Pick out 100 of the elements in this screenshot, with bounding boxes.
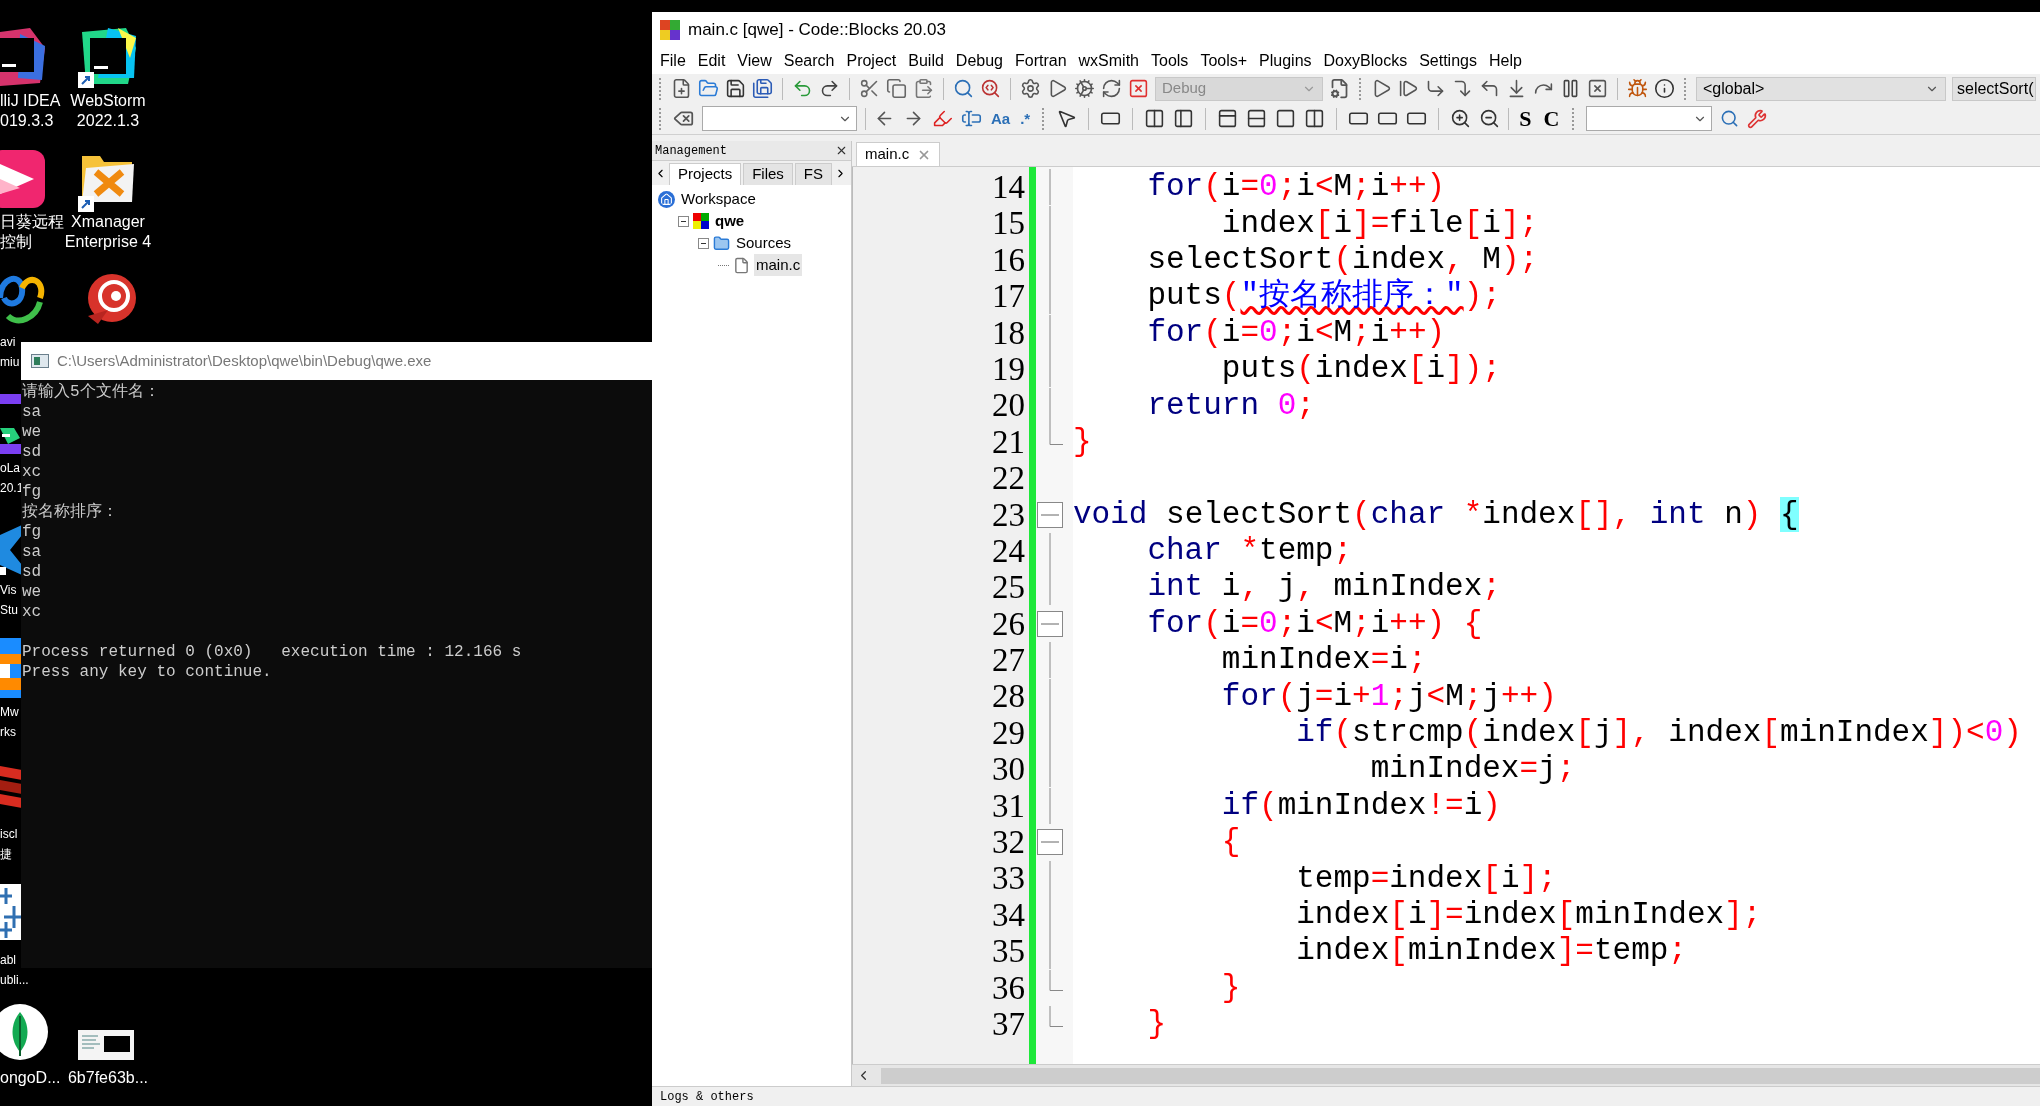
- zoom-out-icon[interactable]: [1479, 108, 1501, 129]
- desktop-icon-label: Xmanager: [71, 212, 145, 232]
- step-icon[interactable]: [1398, 78, 1419, 99]
- console-output-line: Press any key to continue.: [22, 662, 273, 682]
- cut-icon[interactable]: [859, 78, 880, 99]
- columns-icon[interactable]: [1304, 108, 1326, 129]
- rows-icon[interactable]: [1246, 108, 1268, 129]
- app-logo-icon[interactable]: [78, 28, 138, 88]
- panel-tab[interactable]: FS: [794, 163, 833, 185]
- stop-icon[interactable]: [1587, 78, 1608, 99]
- line-number: 18: [992, 314, 1025, 351]
- app-logo-icon: [660, 20, 680, 40]
- app-logo-icon[interactable]: [0, 884, 22, 940]
- desktop-icon-label: Enterprise 4: [64, 232, 152, 252]
- menu-item[interactable]: View: [731, 49, 778, 73]
- line-number: 25: [992, 569, 1025, 606]
- copy-icon[interactable]: [886, 78, 907, 99]
- zoom-in-icon[interactable]: [1450, 108, 1472, 129]
- tree-item[interactable]: Workspace: [679, 187, 758, 211]
- new-file-icon[interactable]: [671, 78, 692, 99]
- refresh-icon[interactable]: [1101, 78, 1122, 99]
- menu-item[interactable]: Fortran: [1009, 49, 1073, 73]
- leaf-icon[interactable]: [0, 1004, 50, 1060]
- menu-item[interactable]: Tools+: [1194, 49, 1254, 73]
- function-dropdown[interactable]: selectSort(: [1952, 76, 2036, 101]
- close-icon[interactable]: [835, 144, 848, 157]
- tree-item[interactable]: main.c: [754, 253, 803, 277]
- menu-item[interactable]: Build: [902, 49, 950, 73]
- menu-item[interactable]: File: [654, 49, 692, 73]
- code-line: for(i=0;i<M;i++): [1146, 169, 1446, 206]
- desktop-icon-label: oLa: [0, 460, 21, 477]
- pointer-icon[interactable]: [1056, 108, 1078, 129]
- text-cursor-icon[interactable]: [961, 108, 982, 129]
- search-icon[interactable]: [953, 78, 974, 99]
- app-logo-icon[interactable]: [0, 638, 22, 698]
- menu-item[interactable]: Help: [1482, 49, 1528, 73]
- redo-icon[interactable]: [819, 78, 840, 99]
- step-out-icon[interactable]: [1479, 78, 1500, 99]
- line-number: 16: [992, 241, 1025, 279]
- menu-item[interactable]: Project: [840, 49, 903, 73]
- square-icon[interactable]: [1275, 108, 1297, 129]
- tree-item[interactable]: qwe: [713, 209, 747, 233]
- gear-icon[interactable]: [1020, 78, 1041, 99]
- menu-item[interactable]: Tools: [1145, 49, 1195, 73]
- combo-field[interactable]: [1586, 106, 1713, 131]
- toolbar-letter-button[interactable]: C: [1541, 107, 1562, 130]
- step-into-icon[interactable]: [1425, 78, 1446, 99]
- search-icon[interactable]: [1720, 109, 1740, 128]
- step-icon[interactable]: [1452, 78, 1473, 99]
- panel-icon[interactable]: [1217, 108, 1239, 129]
- collapse-icon[interactable]: [678, 215, 689, 227]
- panel-icon[interactable]: [1173, 108, 1195, 129]
- panel-title: Logs & others: [660, 1088, 754, 1106]
- menu-item[interactable]: Edit: [691, 49, 732, 73]
- panel-tab[interactable]: Files: [743, 163, 793, 185]
- console-output-line: Process returned 0 (0x0) execution time : 12.166 s: [22, 642, 523, 662]
- menu-item[interactable]: Plugins: [1253, 49, 1318, 73]
- panel-tab[interactable]: Projects: [669, 163, 742, 185]
- cog-icon[interactable]: [1074, 78, 1095, 99]
- line-number: 15: [992, 205, 1025, 242]
- open-folder-icon[interactable]: [698, 78, 719, 99]
- scope-dropdown[interactable]: <global>: [1696, 76, 1946, 101]
- image-file-icon[interactable]: [78, 1030, 134, 1060]
- horizontal-scrollbar[interactable]: [852, 1064, 2040, 1086]
- file-settings-icon[interactable]: [1329, 78, 1350, 99]
- wrench-icon[interactable]: [1747, 108, 1768, 129]
- line-number: 29: [992, 714, 1025, 752]
- fold-toggle-icon[interactable]: [1037, 501, 1063, 528]
- app-logo-icon[interactable]: [0, 150, 45, 210]
- code-line: temp=index[i];: [1295, 860, 1557, 897]
- console-icon: [31, 354, 49, 368]
- toolbar-text-button[interactable]: Aa: [990, 111, 1012, 126]
- undo-icon[interactable]: [792, 78, 813, 99]
- menu-item[interactable]: Search: [777, 49, 841, 73]
- replace-icon[interactable]: [980, 78, 1001, 99]
- highlighter-icon[interactable]: [932, 108, 953, 129]
- console-output-line: 按名称排序：: [22, 502, 119, 522]
- menu-item[interactable]: Settings: [1413, 49, 1483, 73]
- menu-item[interactable]: DoxyBlocks: [1317, 49, 1414, 73]
- menu-item[interactable]: Debug: [949, 49, 1009, 73]
- paste-icon[interactable]: [913, 78, 934, 99]
- editor-tab[interactable]: main.c: [856, 142, 941, 166]
- desktop-icon-label: ongoD...: [0, 1068, 61, 1088]
- save-all-icon[interactable]: [752, 78, 773, 99]
- fold-toggle-icon[interactable]: [1037, 610, 1063, 637]
- app-logo-icon[interactable]: [0, 394, 22, 454]
- fold-toggle-icon[interactable]: [1037, 829, 1063, 856]
- menu-item[interactable]: wxSmith: [1072, 49, 1145, 73]
- info-icon[interactable]: [1654, 78, 1675, 99]
- toolbar-text-button[interactable]: .*: [1019, 111, 1032, 126]
- toolbar-letter-button[interactable]: S: [1517, 107, 1534, 130]
- tree-item[interactable]: Sources: [734, 231, 794, 255]
- search-combo-field[interactable]: [702, 106, 857, 131]
- save-icon[interactable]: [725, 78, 746, 99]
- collapse-icon[interactable]: [698, 237, 709, 249]
- bug-icon[interactable]: [1627, 78, 1648, 99]
- stop-icon[interactable]: [1128, 78, 1149, 99]
- workspace-icon: [658, 190, 675, 208]
- app-logo-icon[interactable]: [0, 525, 22, 575]
- columns-icon[interactable]: [1144, 108, 1166, 129]
